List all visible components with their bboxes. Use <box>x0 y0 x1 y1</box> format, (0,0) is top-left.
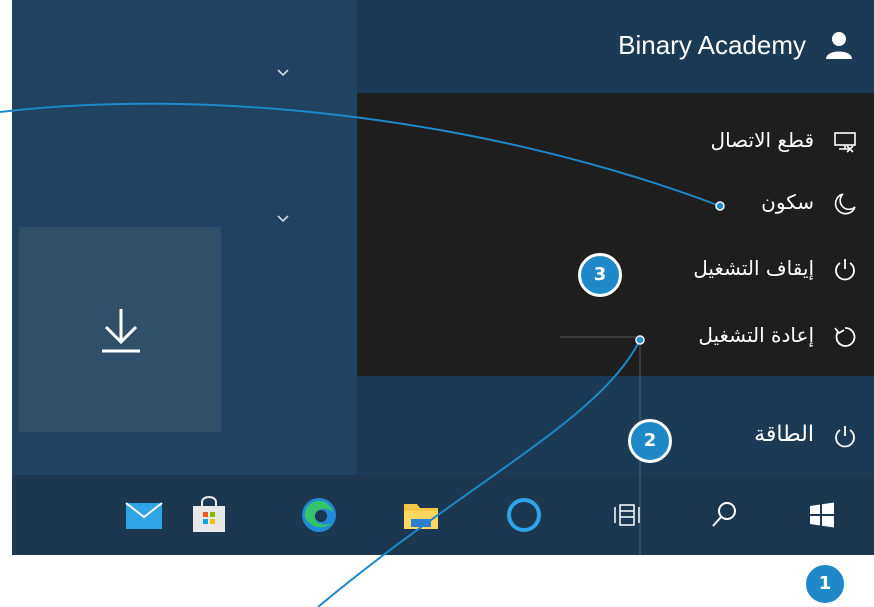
power-options-menu: قطع الاتصال سكون إيقاف التشغيل إعادة الت… <box>357 93 874 376</box>
power-icon <box>832 424 858 450</box>
sleep-moon-icon <box>832 191 858 217</box>
store-icon[interactable] <box>189 495 229 535</box>
callout-3: 3 <box>578 253 635 297</box>
menu-item-label: قطع الاتصال <box>710 128 814 152</box>
menu-item-label: إعادة التشغيل <box>698 323 814 347</box>
search-icon[interactable] <box>704 495 744 535</box>
user-avatar-icon <box>824 30 854 60</box>
power-button[interactable]: الطاقة <box>357 414 874 460</box>
start-menu-screen: Binary Academy قطع الاتصال سكون إيقاف ال… <box>12 0 874 555</box>
power-icon <box>832 257 858 283</box>
disconnect-icon <box>832 129 858 155</box>
download-arrow-icon <box>102 309 140 353</box>
taskbar <box>12 475 874 555</box>
chevron-down-icon[interactable] <box>276 212 290 226</box>
windows-start-icon[interactable] <box>802 495 842 535</box>
menu-item-sleep[interactable]: سكون <box>357 182 874 226</box>
menu-item-label: إيقاف التشغيل <box>693 256 814 280</box>
chevron-down-icon[interactable] <box>276 66 290 80</box>
user-account[interactable]: Binary Academy <box>357 0 874 92</box>
user-name: Binary Academy <box>618 30 806 60</box>
menu-item-label: سكون <box>761 190 814 214</box>
menu-item-restart[interactable]: إعادة التشغيل <box>357 315 874 359</box>
cortana-icon[interactable] <box>504 495 544 535</box>
menu-item-disconnect[interactable]: قطع الاتصال <box>357 120 874 164</box>
app-list-panel <box>12 0 357 475</box>
restart-icon <box>832 324 858 350</box>
download-tile[interactable] <box>19 227 221 432</box>
file-explorer-icon[interactable] <box>401 495 441 535</box>
edge-icon[interactable] <box>299 495 339 535</box>
mail-icon[interactable] <box>124 495 164 535</box>
task-view-icon[interactable] <box>606 495 646 535</box>
callout-2: 2 <box>628 419 685 463</box>
callout-1: 1 <box>803 549 847 606</box>
power-label: الطاقة <box>754 422 814 447</box>
